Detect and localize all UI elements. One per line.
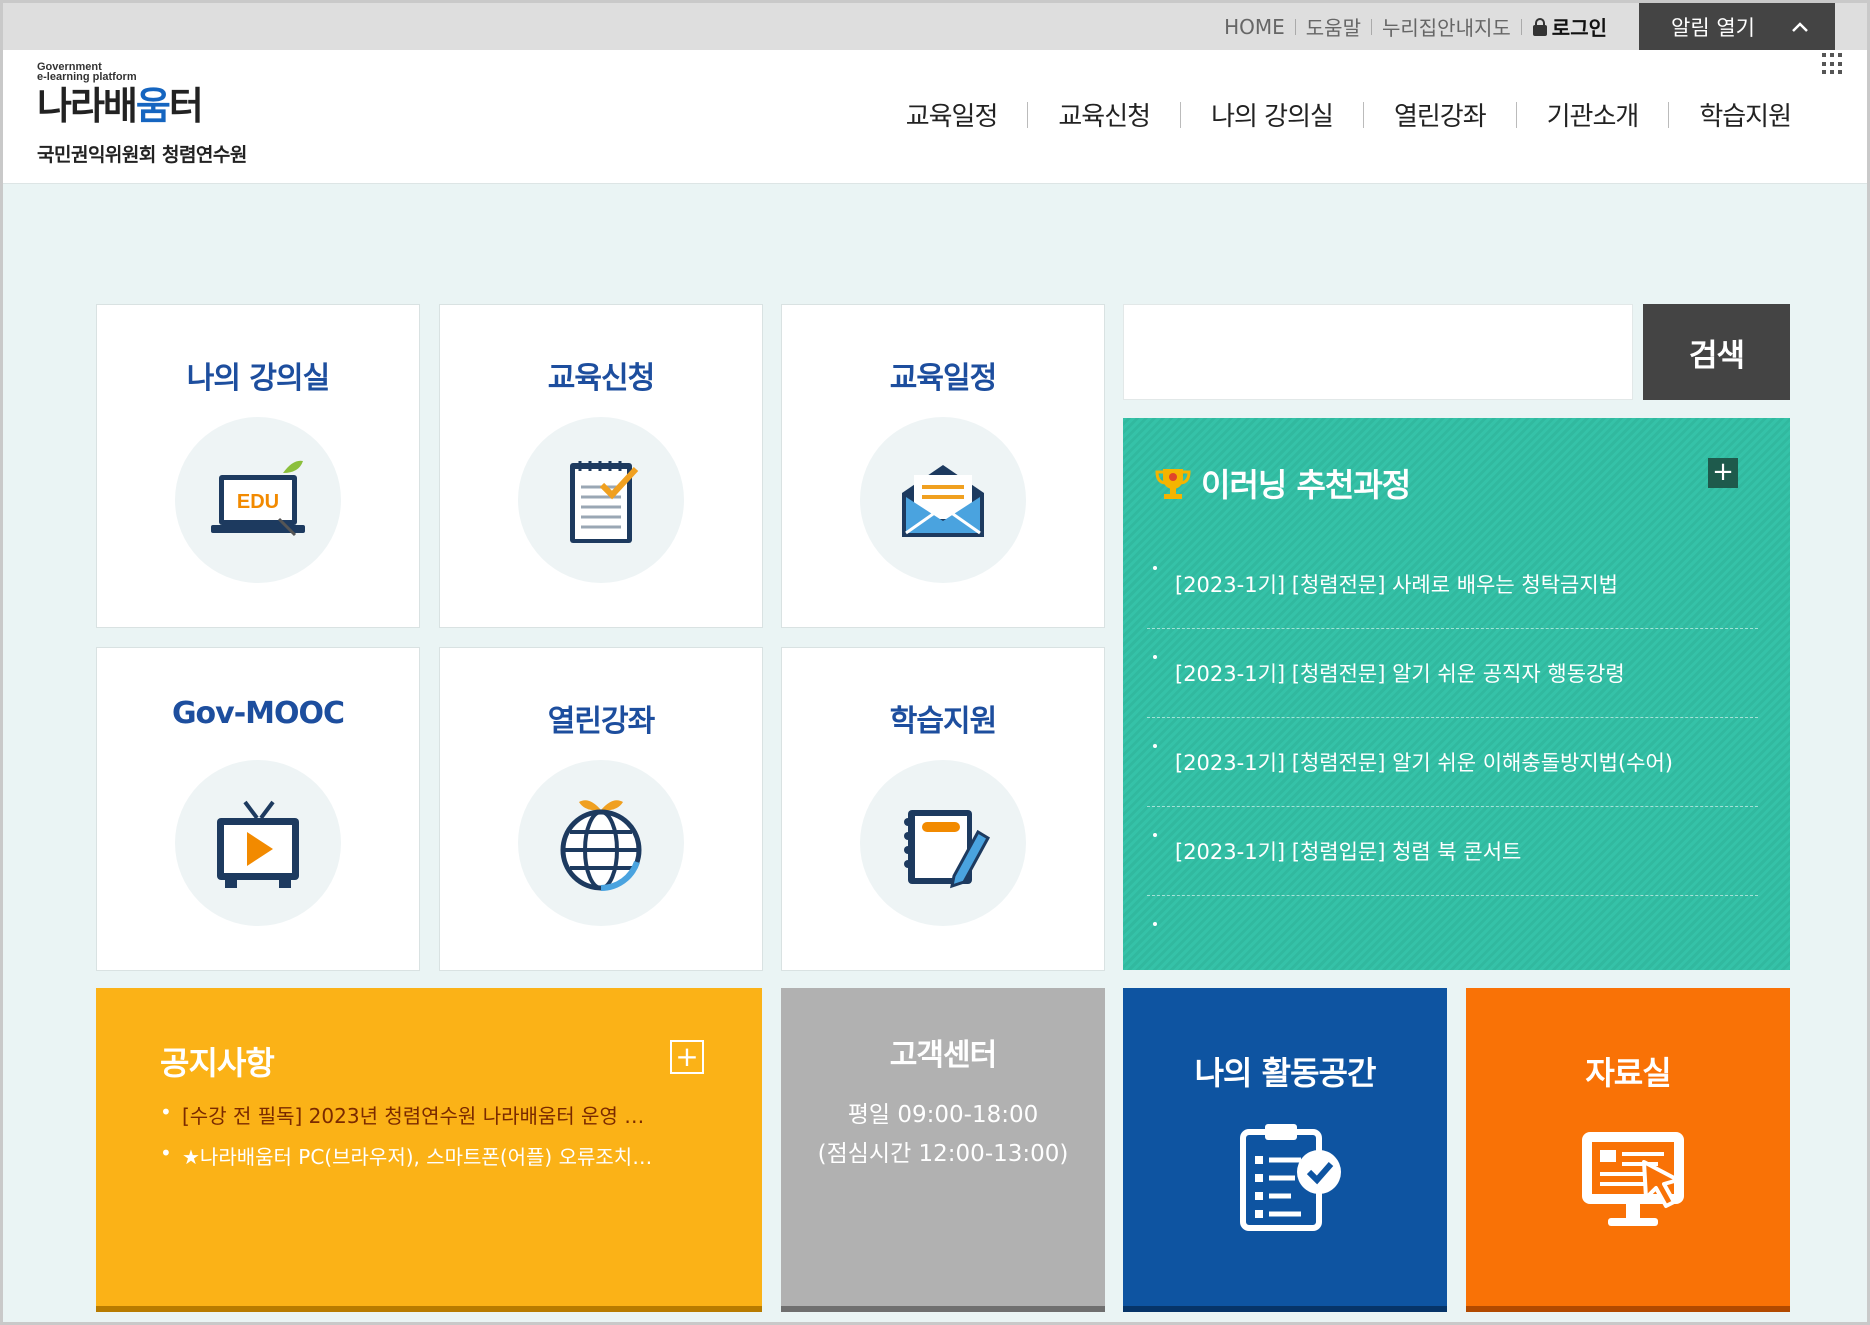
utility-links: HOME 도움말 누리집안내지도 로그인 (1214, 3, 1617, 50)
nav-item-about[interactable]: 기관소개 (1517, 96, 1669, 133)
activity-title: 나의 활동공간 (1194, 1054, 1377, 1092)
login-label: 로그인 (1551, 16, 1607, 40)
icon-circle (518, 760, 684, 926)
cs-weekday-hours: 평일 09:00-18:00 (847, 1102, 1039, 1128)
org-name: 국민권익위원회 청렴연수원 (37, 144, 247, 166)
tv-play-icon (217, 800, 299, 888)
tile-title: Gov-MOOC (171, 696, 345, 731)
library-title: 자료실 (1585, 1054, 1671, 1092)
notice-panel: 공지사항 + [수강 전 필독] 2023년 청렴연수원 나라배움터 운영 … … (96, 988, 762, 1312)
tile-my-class[interactable]: 나의 강의실 EDU (96, 304, 420, 628)
tile-title: 열린강좌 (547, 704, 655, 739)
list-item[interactable]: [2023-1기] [청렴전문] 알기 쉬운 공직자 행동강령 (1147, 629, 1758, 718)
chevron-up-icon (1792, 21, 1808, 32)
nav-item-apply[interactable]: 교육신청 (1028, 96, 1180, 133)
recommend-more-button[interactable]: + (1708, 458, 1738, 488)
cs-title: 고객센터 (889, 1038, 997, 1073)
list-item[interactable]: ★나라배움터 PC(브라우저), 스마트폰(어플) 오류조치… (160, 1141, 680, 1170)
tile-support[interactable]: 학습지원 (781, 647, 1105, 971)
login-link[interactable]: 로그인 (1522, 12, 1617, 41)
tile-schedule[interactable]: 교육일정 (781, 304, 1105, 628)
nav-item-support[interactable]: 학습지원 (1669, 96, 1792, 133)
lock-icon (1532, 17, 1547, 36)
site-header: Government e-learning platform 나라배움터 국민권… (3, 50, 1867, 184)
recommend-list: [2023-1기] [청렴전문] 사례로 배우는 청탁금지법 [2023-1기]… (1147, 540, 1758, 985)
cs-hours: 평일 09:00-18:00 (점심시간 12:00-13:00) (781, 1096, 1105, 1174)
nav-item-my-class[interactable]: 나의 강의실 (1181, 96, 1363, 133)
list-item-empty (1147, 896, 1758, 985)
tile-apply[interactable]: 교육신청 (439, 304, 763, 628)
trophy-icon (1155, 469, 1191, 499)
sitemap-link[interactable]: 누리집안내지도 (1372, 12, 1521, 41)
list-item[interactable]: [2023-1기] [청렴전문] 사례로 배우는 청탁금지법 (1147, 540, 1758, 629)
site-logo[interactable]: Government e-learning platform 나라배움터 국민권… (37, 62, 257, 167)
notice-title: 공지사항 (160, 1044, 275, 1082)
laptop-edu-icon: EDU (211, 460, 305, 537)
envelope-icon (902, 465, 984, 537)
nav-item-schedule[interactable]: 교육일정 (876, 96, 1028, 133)
tile-title: 나의 강의실 (186, 361, 330, 396)
notice-list: [수강 전 필독] 2023년 청렴연수원 나라배움터 운영 … ★나라배움터 … (160, 1100, 680, 1182)
library-tile[interactable]: 자료실 (1466, 988, 1790, 1312)
elearning-recommend-panel: 이러닝 추천과정 + [2023-1기] [청렴전문] 사례로 배우는 청탁금지… (1123, 418, 1790, 970)
icon-circle (860, 760, 1026, 926)
list-item[interactable]: [2023-1기] [청렴입문] 청렴 북 콘서트 (1147, 807, 1758, 896)
recommend-title: 이러닝 추천과정 (1153, 460, 1411, 506)
nav-item-open-course[interactable]: 열린강좌 (1364, 96, 1516, 133)
notepad-check-icon (570, 461, 639, 543)
logo-brand: 나라배움터 (37, 84, 257, 128)
alarm-toggle-button[interactable]: 알림 열기 (1639, 3, 1835, 50)
customer-center-panel: 고객센터 평일 09:00-18:00 (점심시간 12:00-13:00) (781, 988, 1105, 1312)
search-input[interactable] (1123, 304, 1633, 400)
logo-platform-text: e-learning platform (37, 71, 137, 83)
logo-brand-c: 터 (168, 84, 204, 128)
icon-circle (518, 417, 684, 583)
utility-bar: HOME 도움말 누리집안내지도 로그인 알림 열기 (3, 3, 1867, 50)
icon-circle (860, 417, 1026, 583)
tile-title: 교육신청 (547, 361, 655, 396)
tile-title: 학습지원 (889, 704, 997, 739)
recommend-title-label: 이러닝 추천과정 (1201, 466, 1411, 504)
list-item[interactable]: [수강 전 필독] 2023년 청렴연수원 나라배움터 운영 … (160, 1100, 680, 1129)
icon-circle: EDU (175, 417, 341, 583)
notebook-pencil-icon (904, 810, 991, 889)
tile-gov-mooc[interactable]: Gov-MOOC (96, 647, 420, 971)
search-button[interactable]: 검색 (1643, 304, 1790, 400)
my-activity-tile[interactable]: 나의 활동공간 (1123, 988, 1447, 1312)
clipboard-check-icon (1240, 1124, 1341, 1231)
alarm-label: 알림 열기 (1671, 15, 1755, 40)
logo-brand-b: 움 (135, 84, 171, 128)
list-item[interactable]: [2023-1기] [청렴전문] 알기 쉬운 이해충돌방지법(수어) (1147, 718, 1758, 807)
main-nav: 교육일정 교육신청 나의 강의실 열린강좌 기관소개 학습지원 (876, 96, 1792, 133)
notice-more-button[interactable]: + (670, 1040, 704, 1074)
globe-icon (560, 800, 642, 891)
tile-open-course[interactable]: 열린강좌 (439, 647, 763, 971)
icon-circle (175, 760, 341, 926)
monitor-cursor-icon (1582, 1132, 1684, 1226)
home-link[interactable]: HOME (1214, 15, 1295, 39)
cs-lunch-hours: (점심시간 12:00-13:00) (817, 1141, 1069, 1167)
edu-badge-text: EDU (237, 491, 279, 513)
tile-title: 교육일정 (889, 361, 997, 396)
logo-brand-a: 나라배 (37, 84, 138, 128)
help-link[interactable]: 도움말 (1296, 12, 1371, 41)
all-menu-grid-icon[interactable] (1822, 53, 1844, 75)
